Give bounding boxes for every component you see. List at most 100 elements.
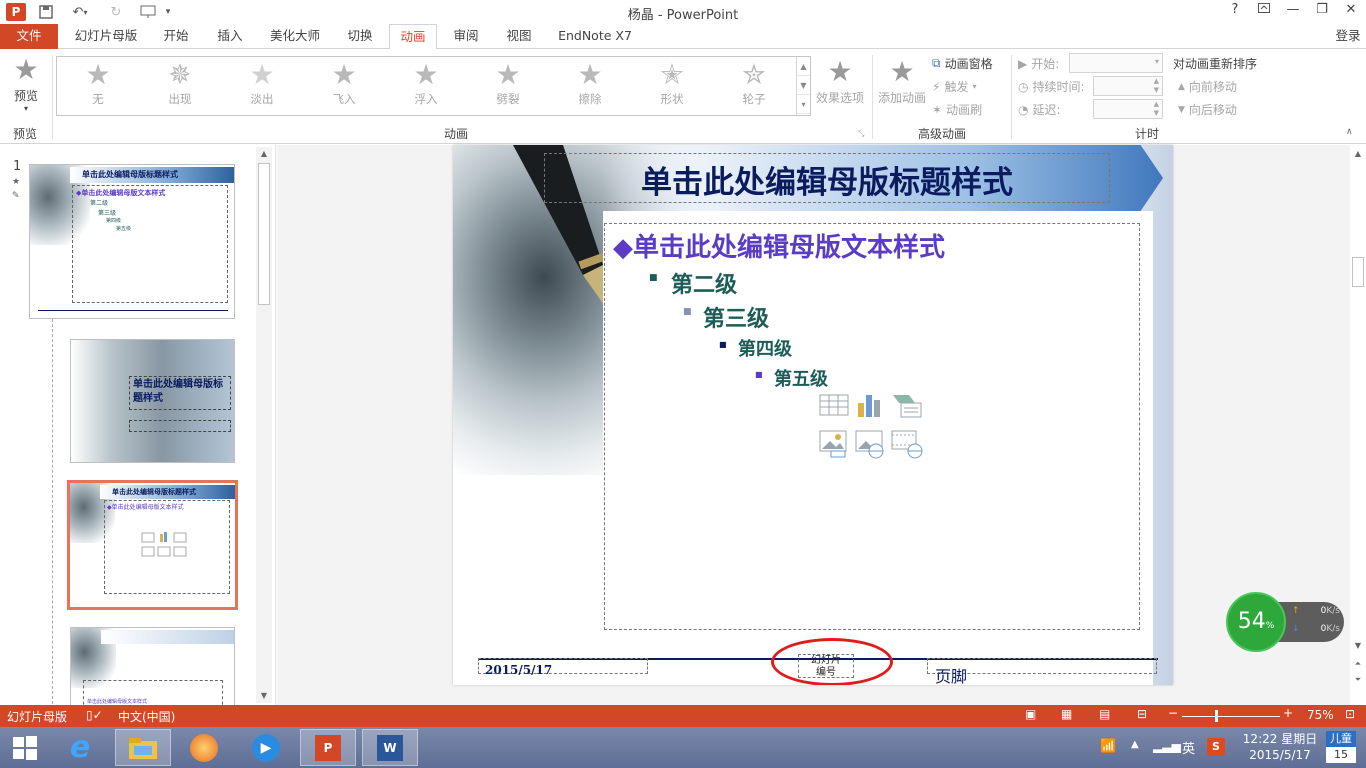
animation-none[interactable]: ★ 无 <box>62 59 134 115</box>
animation-shape[interactable]: ✭ 形状 <box>636 59 708 115</box>
thumbnail-title-layout[interactable]: 单击此处编辑母版标题样式 <box>70 339 235 463</box>
word-taskbar-icon[interactable]: W <box>362 729 418 766</box>
media-player-icon[interactable]: ▶ <box>238 729 294 766</box>
signal-icon[interactable]: ▂▃▅ <box>1153 739 1181 753</box>
scroll-thumb[interactable] <box>1352 257 1364 287</box>
thumbnail-title-content-layout[interactable]: 单击此处编辑母版标题样式 ◆单击此处编辑母版文本样式 <box>67 480 238 610</box>
calendar-widget[interactable]: 儿童 15 <box>1326 731 1356 765</box>
animation-painter-button[interactable]: ✶ 动画刷 <box>932 101 982 118</box>
animation-wipe[interactable]: ★ 擦除 <box>554 59 626 115</box>
zoom-level[interactable]: 75% <box>1307 708 1334 722</box>
preview-button[interactable]: ★ 预览 ▾ <box>4 53 48 113</box>
reading-view-icon[interactable]: ▤ <box>1099 707 1110 721</box>
insert-chart-icon[interactable] <box>855 391 885 419</box>
tab-home[interactable]: 开始 <box>154 24 198 49</box>
scroll-up-icon[interactable]: ▲ <box>256 147 272 161</box>
effect-options-button[interactable]: ★ 效果选项 <box>812 55 868 106</box>
scroll-thumb[interactable] <box>258 163 270 305</box>
insert-table-icon[interactable] <box>819 391 849 419</box>
normal-view-icon[interactable]: ▣ <box>1025 707 1036 721</box>
reorder-label: 对动画重新排序 <box>1173 57 1258 71</box>
trigger-button[interactable]: ⚡ 触发 ▾ <box>932 78 976 95</box>
delay-spinner[interactable]: ▲ ▼ <box>1093 99 1163 119</box>
bullet-square-icon: ■ <box>755 370 763 379</box>
fit-slide-icon[interactable]: ⊡ <box>1345 707 1355 721</box>
spellcheck-icon[interactable]: ▯✓ <box>86 708 103 722</box>
star-icon: ★ <box>249 58 275 91</box>
thumbnail-layout-4[interactable]: 单击此处编辑母版文本样式 <box>70 627 235 707</box>
move-earlier-button[interactable]: ▲ 向前移动 <box>1178 78 1237 95</box>
zoom-slider-thumb[interactable] <box>1215 710 1218 722</box>
tab-slide-master[interactable]: 幻灯片母版 <box>66 24 146 49</box>
upload-arrow-icon: ↑ <box>1292 606 1300 616</box>
bullet-square-icon: ■ <box>683 307 692 317</box>
animation-fly-in[interactable]: ★ 飞入 <box>308 59 380 115</box>
add-animation-button[interactable]: ★ 添加动画 <box>874 55 930 106</box>
collapse-ribbon-icon[interactable]: ∧ <box>1346 127 1353 137</box>
close-button[interactable]: ✕ <box>1338 2 1364 22</box>
language-indicator[interactable]: 中文(中国) <box>118 708 175 725</box>
animation-pane-button[interactable]: ⧉ 动画窗格 <box>932 55 993 72</box>
scroll-down-icon[interactable]: ▼ <box>256 689 272 703</box>
tab-transitions[interactable]: 切换 <box>338 24 382 49</box>
zoom-slider-track[interactable] <box>1182 716 1280 717</box>
delay-label: ◔ 延迟: <box>1018 102 1061 118</box>
animation-wheel[interactable]: ✮ 轮子 <box>718 59 790 115</box>
network-speed-widget[interactable]: 54% ↑ 0K/s ↓ 0K/s <box>1226 592 1346 652</box>
start-dropdown[interactable]: ▾ <box>1069 53 1163 73</box>
animation-fade[interactable]: ★ 淡出 <box>226 59 298 115</box>
ribbon-display-options-icon[interactable] <box>1251 2 1277 22</box>
slide-canvas[interactable]: 单击此处编辑母版标题样式 ◆单击此处编辑母版文本样式 ■ 第二级 ■ 第三级 ■… <box>453 145 1173 685</box>
duration-spinner[interactable]: ▲ ▼ <box>1093 76 1163 96</box>
move-later-button[interactable]: ▼ 向后移动 <box>1178 101 1237 118</box>
next-slide-icon[interactable]: ⏷ <box>1350 673 1366 687</box>
help-button[interactable]: ? <box>1222 2 1248 22</box>
show-hidden-icons[interactable]: ▲ <box>1131 739 1139 750</box>
restore-button[interactable]: ❐ <box>1309 2 1335 22</box>
thumbnail-slide-master[interactable]: 单击此处编辑母版标题样式 ◆单击此处编辑母版文本样式 第二级 第三级 第四级 第… <box>29 164 235 319</box>
animation-appear[interactable]: ✵ 出现 <box>144 59 216 115</box>
dialog-launcher-icon[interactable]: ⤡ <box>858 129 864 139</box>
slide-sorter-icon[interactable]: ▦ <box>1061 707 1072 721</box>
minimize-button[interactable]: — <box>1280 2 1306 22</box>
zoom-in-button[interactable]: + <box>1283 706 1293 720</box>
start-label: ▶ 开始: <box>1018 56 1060 72</box>
thumbnail-scrollbar[interactable]: ▲ ▼ <box>256 147 272 703</box>
slide-scrollbar[interactable]: ▲ ▼ ⏶ ⏷ <box>1350 145 1366 705</box>
previous-slide-icon[interactable]: ⏶ <box>1350 657 1366 671</box>
start-button[interactable] <box>0 729 50 766</box>
insert-picture-icon[interactable] <box>819 429 849 459</box>
internet-explorer-icon[interactable]: e <box>52 729 108 766</box>
animation-float-in[interactable]: ★ 浮入 <box>390 59 462 115</box>
tab-review[interactable]: 审阅 <box>444 24 488 49</box>
powerpoint-taskbar-icon[interactable]: P <box>300 729 356 766</box>
gallery-scroll[interactable]: ▲ ▼ ▾ <box>796 57 810 115</box>
tab-endnote[interactable]: EndNote X7 <box>552 24 638 49</box>
clock[interactable]: 12:22 星期日 2015/5/17 <box>1240 731 1320 763</box>
wifi-icon[interactable]: 📶 <box>1100 739 1116 754</box>
tab-insert[interactable]: 插入 <box>208 24 252 49</box>
gallery-up-icon[interactable]: ▲ <box>797 57 810 76</box>
slideshow-icon[interactable]: ⊟ <box>1137 707 1147 721</box>
zoom-out-button[interactable]: − <box>1168 706 1178 720</box>
browser-icon[interactable] <box>176 729 232 766</box>
slide-edit-area: 单击此处编辑母版标题样式 ◆单击此处编辑母版文本样式 ■ 第二级 ■ 第三级 ■… <box>277 145 1366 705</box>
insert-online-picture-icon[interactable] <box>855 429 885 459</box>
group-label-advanced: 高级动画 <box>917 127 966 141</box>
file-explorer-icon[interactable] <box>115 729 171 766</box>
insert-video-icon[interactable] <box>891 429 923 459</box>
insert-smartart-icon[interactable] <box>891 391 923 419</box>
tab-file[interactable]: 文件 <box>0 24 58 49</box>
animation-star-icon: ★ <box>12 177 21 187</box>
tab-view[interactable]: 视图 <box>497 24 541 49</box>
scroll-down-icon[interactable]: ▼ <box>1350 639 1366 653</box>
ime-indicator[interactable]: 英 <box>1182 738 1195 757</box>
animation-split[interactable]: ★ 劈裂 <box>472 59 544 115</box>
scroll-up-icon[interactable]: ▲ <box>1350 147 1366 161</box>
signin-link[interactable]: 登录 <box>1330 24 1366 49</box>
tab-beautify[interactable]: 美化大师 <box>262 24 328 49</box>
gallery-down-icon[interactable]: ▼ <box>797 76 810 95</box>
sogou-s-icon[interactable]: S <box>1207 738 1225 756</box>
gallery-more-icon[interactable]: ▾ <box>797 95 810 114</box>
tab-animations[interactable]: 动画 <box>389 24 437 50</box>
